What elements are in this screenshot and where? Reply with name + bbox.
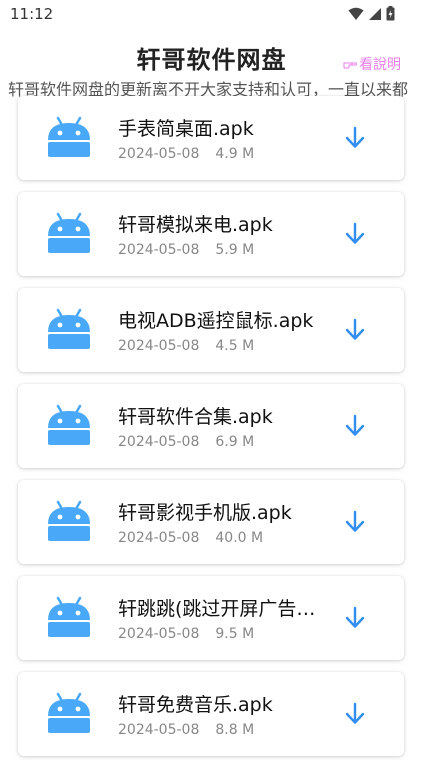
file-size: 8.8 M [215, 722, 255, 738]
file-date: 2024-05-08 [118, 242, 200, 258]
file-size: 4.5 M [215, 338, 255, 354]
pointing-hand-icon [343, 62, 357, 69]
download-button[interactable] [342, 412, 368, 440]
file-name: 轩跳跳(跳过开屏广告).apk [118, 598, 318, 620]
file-meta: 2024-05-08 6.9 M [118, 434, 254, 450]
file-meta: 2024-05-08 4.9 M [118, 146, 254, 162]
download-arrow-icon [345, 414, 365, 436]
help-link[interactable]: 看說明 [343, 54, 401, 74]
file-date: 2024-05-08 [118, 722, 200, 738]
announcement-marquee: 轩哥软件网盘的更新离不开大家支持和认可，一直以来都 [0, 74, 423, 98]
file-card[interactable]: 轩哥模拟来电.apk 2024-05-08 5.9 M [18, 192, 404, 276]
file-date: 2024-05-08 [118, 530, 200, 546]
status-bar: 11:12 [0, 0, 423, 28]
battery-icon [386, 6, 395, 21]
download-arrow-icon [345, 222, 365, 244]
file-card[interactable]: 轩哥软件合集.apk 2024-05-08 6.9 M [18, 384, 404, 468]
file-name: 电视ADB遥控鼠标.apk [118, 310, 314, 332]
file-card[interactable]: 手表简桌面.apk 2024-05-08 4.9 M [18, 96, 404, 180]
file-size: 5.9 M [215, 242, 255, 258]
status-icons [348, 6, 395, 21]
status-time: 11:12 [10, 5, 54, 23]
file-date: 2024-05-08 [118, 146, 200, 162]
file-list: 手表简桌面.apk 2024-05-08 4.9 M 轩哥模拟来电.apk 20… [18, 96, 404, 768]
android-icon [48, 116, 90, 157]
android-icon [48, 692, 90, 733]
file-date: 2024-05-08 [118, 434, 200, 450]
download-arrow-icon [345, 606, 365, 628]
file-name: 手表简桌面.apk [118, 118, 254, 140]
download-button[interactable] [342, 508, 368, 536]
download-arrow-icon [345, 702, 365, 724]
file-meta: 2024-05-08 4.5 M [118, 338, 254, 354]
android-icon [48, 500, 90, 541]
file-meta: 2024-05-08 8.8 M [118, 722, 254, 738]
file-card[interactable]: 轩哥影视手机版.apk 2024-05-08 40.0 M [18, 480, 404, 564]
file-card[interactable]: 电视ADB遥控鼠标.apk 2024-05-08 4.5 M [18, 288, 404, 372]
file-meta: 2024-05-08 9.5 M [118, 626, 254, 642]
android-icon [48, 596, 90, 637]
download-button[interactable] [342, 604, 368, 632]
file-size: 9.5 M [215, 626, 255, 642]
download-arrow-icon [345, 510, 365, 532]
file-size: 4.9 M [215, 146, 255, 162]
announcement-text: 轩哥软件网盘的更新离不开大家支持和认可，一直以来都 [8, 80, 409, 98]
download-arrow-icon [345, 126, 365, 148]
download-arrow-icon [345, 318, 365, 340]
file-meta: 2024-05-08 5.9 M [118, 242, 254, 258]
download-button[interactable] [342, 316, 368, 344]
file-name: 轩哥软件合集.apk [118, 406, 273, 428]
download-button[interactable] [342, 124, 368, 152]
file-card[interactable]: 轩哥免费音乐.apk 2024-05-08 8.8 M [18, 672, 404, 756]
file-meta: 2024-05-08 40.0 M [118, 530, 263, 546]
file-date: 2024-05-08 [118, 338, 200, 354]
file-date: 2024-05-08 [118, 626, 200, 642]
file-size: 40.0 M [215, 530, 264, 546]
file-name: 轩哥影视手机版.apk [118, 502, 292, 524]
download-button[interactable] [342, 220, 368, 248]
file-card[interactable]: 轩跳跳(跳过开屏广告).apk 2024-05-08 9.5 M [18, 576, 404, 660]
file-size: 6.9 M [215, 434, 255, 450]
android-icon [48, 212, 90, 253]
android-icon [48, 308, 90, 349]
file-name: 轩哥免费音乐.apk [118, 694, 273, 716]
android-icon [48, 404, 90, 445]
file-name: 轩哥模拟来电.apk [118, 214, 273, 236]
wifi-icon [348, 7, 364, 20]
download-button[interactable] [342, 700, 368, 728]
help-link-label: 看說明 [359, 57, 401, 73]
signal-icon [369, 7, 381, 20]
